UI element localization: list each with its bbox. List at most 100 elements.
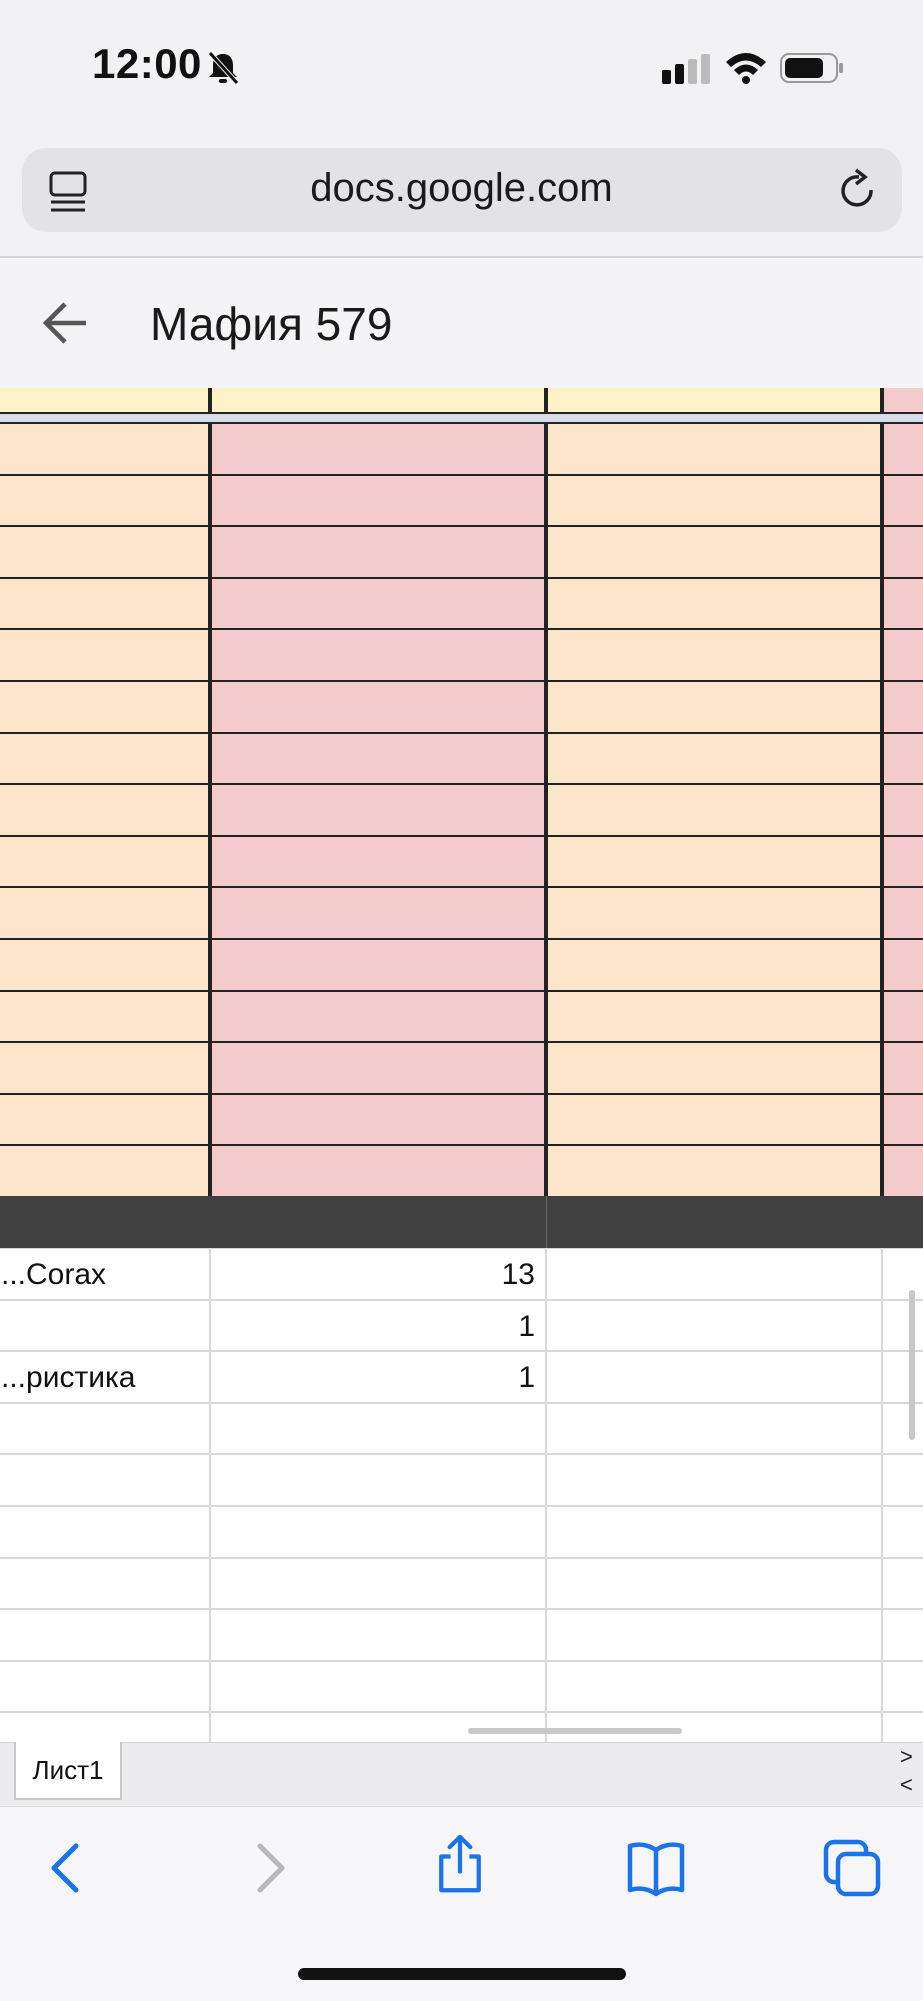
final-vote-cell[interactable] [210,731,546,786]
empty-cell[interactable] [882,1557,923,1610]
vote-cell[interactable] [0,731,210,786]
final-vote-cell[interactable] [210,1041,546,1095]
vote-cell[interactable] [882,525,923,579]
prelim-vote-cell[interactable] [546,422,882,476]
vote-cell[interactable] [0,680,210,734]
final-vote-cell[interactable] [210,473,546,528]
vote-cell[interactable] [0,628,210,682]
vote-cell[interactable] [0,989,210,1044]
final-vote-cell[interactable] [210,1144,546,1198]
vote-cell[interactable] [0,422,210,476]
prelim-vote-cell[interactable] [546,1144,882,1198]
vote-cell[interactable] [0,1144,210,1198]
header-cell[interactable] [210,388,546,414]
empty-cell[interactable] [546,1299,882,1352]
summary-player-cell[interactable] [0,1557,210,1610]
prelim-vote-cell[interactable] [546,731,882,786]
final-vote-cell[interactable] [210,886,546,940]
empty-cell[interactable] [882,1454,923,1506]
prelim-vote-cell[interactable] [546,576,882,631]
prelim-vote-cell[interactable] [546,938,882,992]
summary-player-cell[interactable] [0,1299,210,1352]
final-vote-cell[interactable] [210,783,546,837]
vote-cell[interactable] [0,1092,210,1147]
summary-player-cell[interactable]: ...Corax [0,1248,210,1300]
vote-cell[interactable] [882,886,923,940]
prelim-vote-cell[interactable] [546,680,882,734]
vote-cell[interactable] [0,1041,210,1095]
vote-cell[interactable] [882,989,923,1044]
sheet-tab-list1[interactable]: Лист1 [14,1742,122,1800]
vote-cell[interactable] [882,576,923,631]
sheet-nav-next[interactable]: > [900,1744,913,1770]
vote-cell[interactable] [882,731,923,786]
back-arrow-icon[interactable] [40,300,90,346]
empty-cell[interactable] [546,1609,882,1661]
spreadsheet-grid[interactable]: ...Corax 13 1 ...ристика 1 [0,388,923,1742]
vote-cell[interactable] [882,834,923,889]
summary-count-cell[interactable] [210,1660,546,1713]
final-vote-cell[interactable] [210,834,546,889]
prelim-vote-cell[interactable] [546,886,882,940]
prelim-vote-cell[interactable] [546,1092,882,1147]
summary-count-cell[interactable]: 1 [210,1299,546,1352]
header-cell[interactable] [882,388,923,414]
vote-cell[interactable] [882,1092,923,1147]
vote-cell[interactable] [0,576,210,631]
prelim-vote-cell[interactable] [546,473,882,528]
prelim-vote-cell[interactable] [546,989,882,1044]
header-cell[interactable] [0,388,210,414]
empty-cell[interactable] [882,1712,923,1742]
empty-cell[interactable] [546,1351,882,1403]
forward-icon[interactable] [238,1838,298,1898]
empty-cell[interactable] [546,1454,882,1506]
empty-cell[interactable] [882,1299,923,1352]
summary-player-cell[interactable] [0,1712,210,1742]
empty-cell[interactable] [546,1660,882,1713]
final-vote-cell[interactable] [210,422,546,476]
empty-cell[interactable] [546,1506,882,1558]
prelim-vote-cell[interactable] [546,525,882,579]
player-header[interactable] [0,1196,460,1248]
prelim-vote-cell[interactable] [546,834,882,889]
vote-cell[interactable] [0,886,210,940]
bookmarks-icon[interactable] [626,1838,686,1898]
summary-player-cell[interactable] [0,1660,210,1713]
summary-count-cell[interactable] [210,1402,546,1455]
vote-cell[interactable] [882,628,923,682]
summary-count-cell[interactable]: 13 [210,1248,546,1300]
summary-count-cell[interactable] [210,1454,546,1506]
summary-count-cell[interactable] [210,1557,546,1610]
summary-count-cell[interactable] [210,1609,546,1661]
na-header[interactable] [660,1196,918,1248]
summary-count-cell[interactable]: 1 [210,1351,546,1403]
empty-cell[interactable] [882,1351,923,1403]
vote-cell[interactable] [882,938,923,992]
empty-cell[interactable] [882,1660,923,1713]
vertical-scrollbar[interactable] [909,1290,915,1440]
summary-player-cell[interactable] [0,1454,210,1506]
empty-cell[interactable] [546,1557,882,1610]
share-icon[interactable] [430,1834,490,1894]
vote-cell[interactable] [882,1041,923,1095]
prelim-vote-cell[interactable] [546,628,882,682]
vote-cell[interactable] [882,1144,923,1198]
vote-cell[interactable] [882,473,923,528]
vote-cell[interactable] [882,680,923,734]
reload-icon[interactable] [838,168,880,214]
final-vote-cell[interactable] [210,938,546,992]
summary-player-cell[interactable] [0,1609,210,1661]
empty-cell[interactable] [882,1248,923,1300]
final-vote-cell[interactable] [210,1092,546,1147]
vote-cell[interactable] [882,783,923,837]
back-icon[interactable] [38,1838,98,1898]
summary-count-cell[interactable] [210,1506,546,1558]
vote-cell[interactable] [0,783,210,837]
final-vote-cell[interactable] [210,989,546,1044]
empty-cell[interactable] [546,1248,882,1300]
vote-cell[interactable] [0,525,210,579]
vote-cell[interactable] [0,473,210,528]
summary-player-cell[interactable] [0,1402,210,1455]
url-text[interactable]: docs.google.com [0,166,923,211]
final-vote-cell[interactable] [210,525,546,579]
